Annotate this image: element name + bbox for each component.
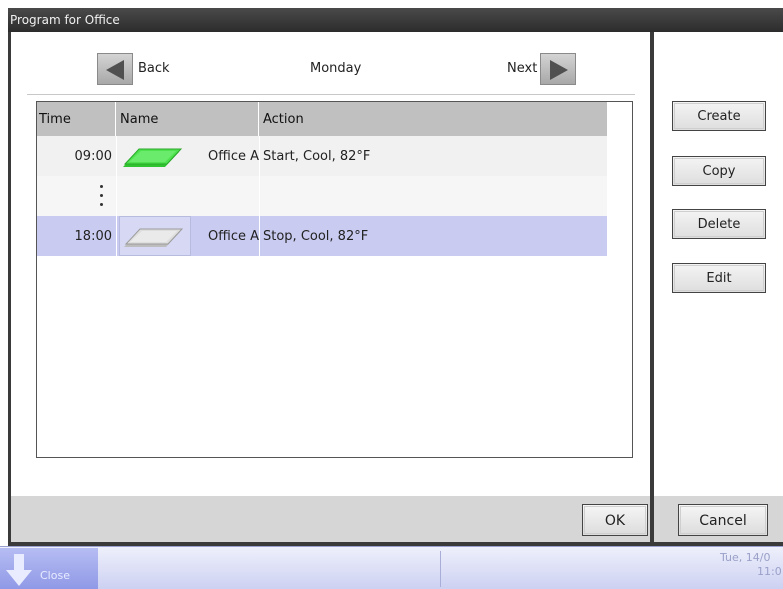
clock-date: Tue, 14/0 <box>720 551 771 564</box>
create-button[interactable]: Create <box>672 101 766 131</box>
row-time: 09:00 <box>74 149 112 164</box>
header-action: Action <box>263 112 304 127</box>
delete-button[interactable]: Delete <box>672 209 766 239</box>
day-label: Monday <box>310 61 362 76</box>
nav-divider <box>27 94 635 95</box>
close-button[interactable]: Close <box>0 548 98 589</box>
table-header: Time Name Action <box>37 102 607 136</box>
close-label: Close <box>40 569 70 582</box>
cancel-button[interactable]: Cancel <box>678 504 768 536</box>
back-button[interactable] <box>97 53 133 85</box>
copy-button[interactable]: Copy <box>672 156 766 186</box>
top-strip <box>0 0 783 8</box>
column-divider <box>259 136 260 256</box>
edit-button[interactable]: Edit <box>672 263 766 293</box>
row-action: Start, Cool, 82°F <box>263 149 371 164</box>
dialog-footer-side: Cancel <box>654 496 783 542</box>
row-action: Stop, Cool, 82°F <box>263 229 369 244</box>
next-button[interactable] <box>540 53 576 85</box>
header-time: Time <box>37 102 116 136</box>
schedule-table: Time Name Action 09:00 Office A Start, C… <box>36 101 633 458</box>
arrow-right-icon <box>550 60 568 80</box>
clock-time: 11:0 <box>757 565 782 578</box>
taskbar: Close Tue, 14/0 11:0 <box>0 546 783 589</box>
program-dialog: Program for Office Back Monday Next Time… <box>8 8 783 546</box>
taskbar-divider <box>440 551 441 587</box>
arrow-left-icon <box>106 60 124 80</box>
table-row[interactable]: 09:00 Office A Start, Cool, 82°F <box>37 136 607 176</box>
back-label[interactable]: Back <box>138 61 170 76</box>
table-row-selected[interactable]: 18:00 Office A Stop, Cool, 82°F <box>37 216 607 256</box>
side-panel: Create Copy Delete Edit <box>654 32 783 496</box>
row-time: 18:00 <box>74 229 112 244</box>
row-name: Office A <box>208 149 259 164</box>
header-name: Name <box>116 102 259 136</box>
unit-off-icon <box>119 216 191 256</box>
ellipsis-icon <box>100 182 104 210</box>
arrow-down-icon <box>6 554 32 586</box>
window-title: Program for Office <box>8 8 783 32</box>
column-divider <box>116 136 117 256</box>
ok-button[interactable]: OK <box>582 504 648 536</box>
dialog-footer: OK <box>11 496 650 542</box>
table-row[interactable] <box>37 176 607 216</box>
unit-on-icon <box>119 136 191 176</box>
program-content: Back Monday Next Time Name Action 09:00 <box>11 32 650 496</box>
row-name: Office A <box>208 229 259 244</box>
next-label[interactable]: Next <box>507 61 537 76</box>
